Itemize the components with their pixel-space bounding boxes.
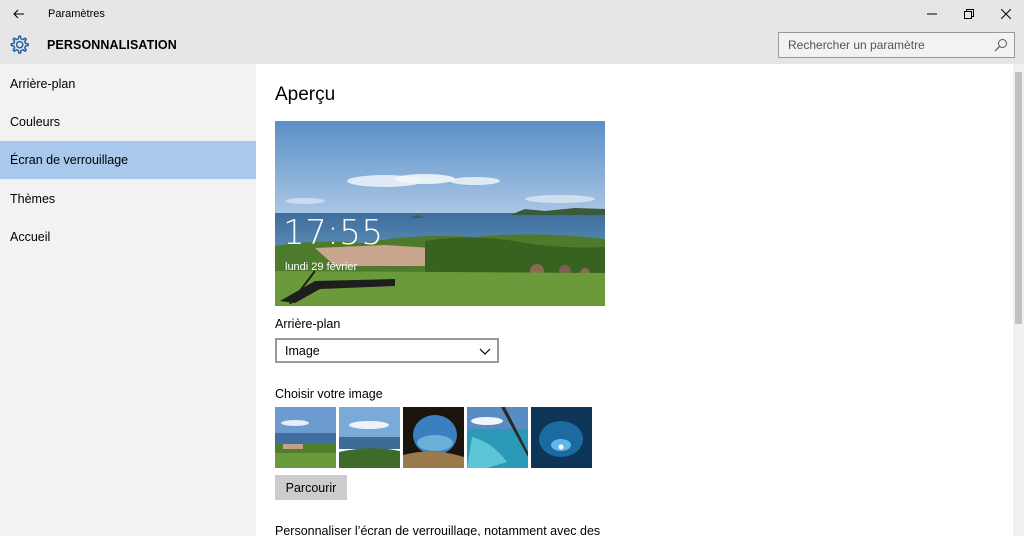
minimize-icon (927, 13, 937, 15)
description-text: Personnaliser l’écran de verrouillage, n… (275, 524, 601, 536)
main-content: Aperçu 17:55 lundi 29 février Arrière-pl… (256, 64, 1013, 536)
page-header-title: PERSONNALISATION (47, 38, 177, 52)
sidebar-item-couleurs[interactable]: Couleurs (0, 103, 256, 141)
minimize-button[interactable] (913, 0, 951, 28)
background-label: Arrière-plan (275, 317, 341, 331)
maximize-button[interactable] (950, 0, 988, 28)
back-arrow-icon (13, 9, 24, 19)
lock-screen-preview: 17:55 lundi 29 février (275, 121, 605, 306)
image-thumbnail[interactable] (403, 407, 464, 468)
image-thumbnail[interactable] (467, 407, 528, 468)
lock-screen-time: 17:55 (283, 213, 384, 253)
search-box[interactable] (778, 32, 1015, 58)
close-icon (1001, 9, 1011, 19)
close-button[interactable] (987, 0, 1024, 28)
background-select[interactable]: Image (275, 338, 499, 363)
image-thumbnail[interactable] (531, 407, 592, 468)
sidebar-item-themes[interactable]: Thèmes (0, 180, 256, 218)
app-title: Paramètres (48, 8, 105, 20)
gear-icon (10, 35, 29, 54)
lock-screen-date: lundi 29 février (285, 261, 358, 273)
scrollbar[interactable] (1013, 64, 1024, 536)
background-select-value: Image (285, 344, 320, 358)
choose-image-label: Choisir votre image (275, 387, 383, 401)
search-icon[interactable] (994, 38, 1008, 52)
image-thumbnail[interactable] (275, 407, 336, 468)
sidebar-item-ecran-de-verrouillage[interactable]: Écran de verrouillage (0, 141, 256, 179)
sidebar-item-accueil[interactable]: Accueil (0, 218, 256, 256)
browse-button[interactable]: Parcourir (275, 475, 347, 500)
back-button[interactable] (0, 0, 38, 28)
search-input[interactable] (779, 33, 989, 57)
page-title: Aperçu (275, 84, 336, 105)
restore-icon (964, 9, 974, 19)
sidebar: Arrière-plan Couleurs Écran de verrouill… (0, 64, 256, 536)
image-thumbnail[interactable] (339, 407, 400, 468)
sidebar-item-arriere-plan[interactable]: Arrière-plan (0, 65, 256, 103)
settings-header: PERSONNALISATION (0, 28, 1024, 64)
chevron-down-icon (479, 348, 491, 355)
scrollbar-thumb[interactable] (1015, 72, 1022, 324)
title-bar: Paramètres (0, 0, 1024, 28)
